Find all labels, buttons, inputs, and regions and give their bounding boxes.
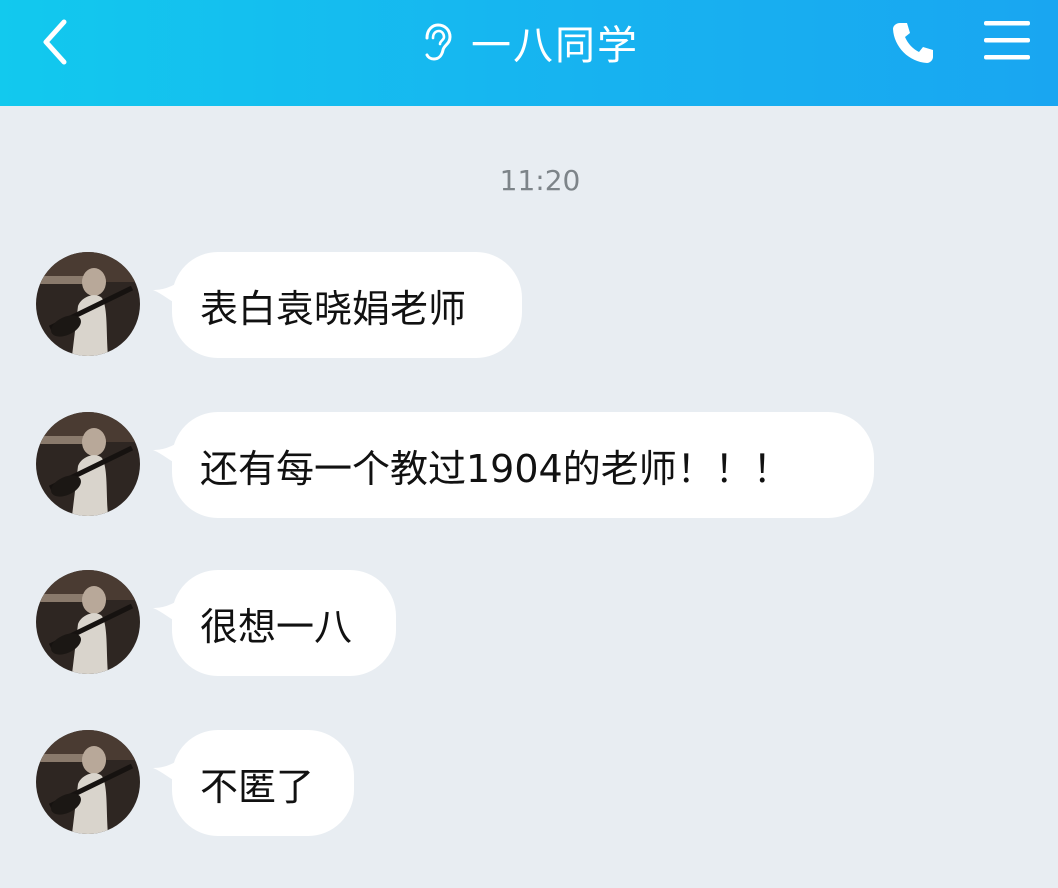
chat-title: 一八同学 <box>471 23 639 69</box>
chat-header: 一八同学 <box>0 0 1058 106</box>
message-bubble[interactable]: 表白袁晓娟老师 <box>172 252 522 358</box>
menu-icon <box>984 21 1030 60</box>
avatar[interactable] <box>36 570 140 674</box>
ear-icon[interactable] <box>419 22 453 62</box>
message-row: 还有每一个教过1904的老师！！！ <box>0 412 1058 522</box>
avatar[interactable] <box>36 730 140 834</box>
phone-icon <box>893 23 933 63</box>
message-row: 表白袁晓娟老师 <box>0 252 1058 362</box>
back-arrow-icon <box>43 19 67 65</box>
message-bubble[interactable]: 很想一八 <box>172 570 396 676</box>
message-bubble[interactable]: 还有每一个教过1904的老师！！！ <box>172 412 874 518</box>
message-timestamp: 11:20 <box>499 164 581 197</box>
menu-button[interactable] <box>982 18 1032 64</box>
message-row: 不匿了 <box>0 730 1058 840</box>
back-button[interactable] <box>34 14 80 70</box>
message-row: 很想一八 <box>0 570 1058 680</box>
call-button[interactable] <box>888 18 938 68</box>
avatar[interactable] <box>36 412 140 516</box>
chat-screen: 一八同学 11:20 表白袁晓娟老师 还有每一个教过1904的老师！！！ 很想一… <box>0 0 1058 888</box>
message-bubble[interactable]: 不匿了 <box>172 730 354 836</box>
avatar[interactable] <box>36 252 140 356</box>
